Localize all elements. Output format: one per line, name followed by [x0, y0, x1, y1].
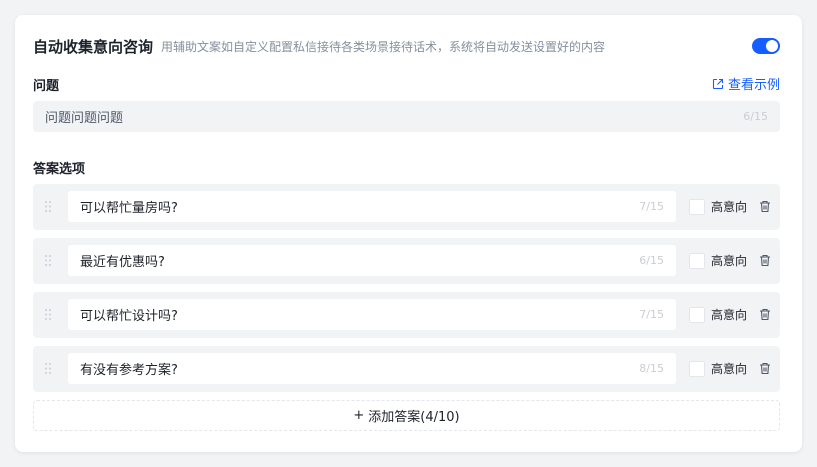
high-intent-checkbox[interactable] [689, 253, 705, 269]
high-intent-label: 高意向 [711, 200, 748, 214]
delete-answer-button[interactable] [759, 308, 771, 321]
answer-row: 有没有参考方案? 8/15 高意向 [33, 346, 780, 392]
high-intent-label: 高意向 [711, 362, 748, 376]
high-intent-checkbox[interactable] [689, 361, 705, 377]
answer-input[interactable]: 可以帮忙量房吗? 7/15 [68, 191, 676, 222]
drag-handle-icon[interactable] [44, 308, 52, 321]
drag-handle-icon[interactable] [44, 200, 52, 213]
card-header: 自动收集意向咨询 用辅助文案如自定义配置私信接待各类场景接待话术，系统将自动发送… [33, 36, 780, 56]
card-description: 用辅助文案如自定义配置私信接待各类场景接待话术，系统将自动发送设置好的内容 [161, 39, 606, 54]
enable-toggle[interactable] [752, 38, 780, 54]
question-input-value: 问题问题问题 [45, 111, 124, 126]
answer-char-counter: 7/15 [639, 200, 664, 213]
question-input[interactable]: 问题问题问题 6/15 [33, 101, 780, 132]
high-intent-checkbox[interactable] [689, 199, 705, 215]
drag-handle-icon[interactable] [44, 362, 52, 375]
view-example-label: 查看示例 [727, 78, 780, 93]
drag-handle-icon[interactable] [44, 254, 52, 267]
answer-row: 可以帮忙量房吗? 7/15 高意向 [33, 184, 780, 230]
toggle-knob [766, 40, 778, 52]
delete-answer-button[interactable] [759, 254, 771, 267]
view-example-link[interactable]: 查看示例 [712, 74, 780, 93]
add-answer-label: 添加答案(4/10) [368, 410, 460, 425]
answer-input[interactable]: 有没有参考方案? 8/15 [68, 353, 676, 384]
answer-char-counter: 6/15 [639, 254, 664, 267]
question-label: 问题 [33, 79, 60, 94]
high-intent-label: 高意向 [711, 308, 748, 322]
question-char-counter: 6/15 [743, 110, 768, 123]
external-link-icon [712, 78, 724, 89]
answer-char-counter: 8/15 [639, 362, 664, 375]
trash-icon [760, 200, 770, 213]
trash-icon [760, 362, 770, 375]
answer-row: 最近有优惠吗? 6/15 高意向 [33, 238, 780, 284]
answer-input[interactable]: 可以帮忙设计吗? 7/15 [68, 299, 676, 330]
delete-answer-button[interactable] [759, 362, 771, 375]
trash-icon [760, 254, 770, 267]
high-intent-checkbox[interactable] [689, 307, 705, 323]
answer-input-value: 最近有优惠吗? [80, 255, 165, 270]
trash-icon [760, 308, 770, 321]
answer-input[interactable]: 最近有优惠吗? 6/15 [68, 245, 676, 276]
add-answer-button[interactable]: + 添加答案(4/10) [33, 400, 780, 431]
plus-icon: + [353, 408, 365, 423]
answer-input-value: 可以帮忙量房吗? [80, 201, 178, 216]
intent-collection-card: 自动收集意向咨询 用辅助文案如自定义配置私信接待各类场景接待话术，系统将自动发送… [15, 15, 802, 452]
high-intent-label: 高意向 [711, 254, 748, 268]
answers-label: 答案选项 [33, 162, 86, 177]
answer-row: 可以帮忙设计吗? 7/15 高意向 [33, 292, 780, 338]
answer-list: 可以帮忙量房吗? 7/15 高意向 最近有优惠吗? 6/15 高意向 可以帮忙设… [33, 184, 780, 400]
card-title: 自动收集意向咨询 [33, 37, 154, 56]
answer-char-counter: 7/15 [639, 308, 664, 321]
answer-input-value: 可以帮忙设计吗? [80, 309, 178, 324]
answer-input-value: 有没有参考方案? [80, 363, 178, 378]
delete-answer-button[interactable] [759, 200, 771, 213]
